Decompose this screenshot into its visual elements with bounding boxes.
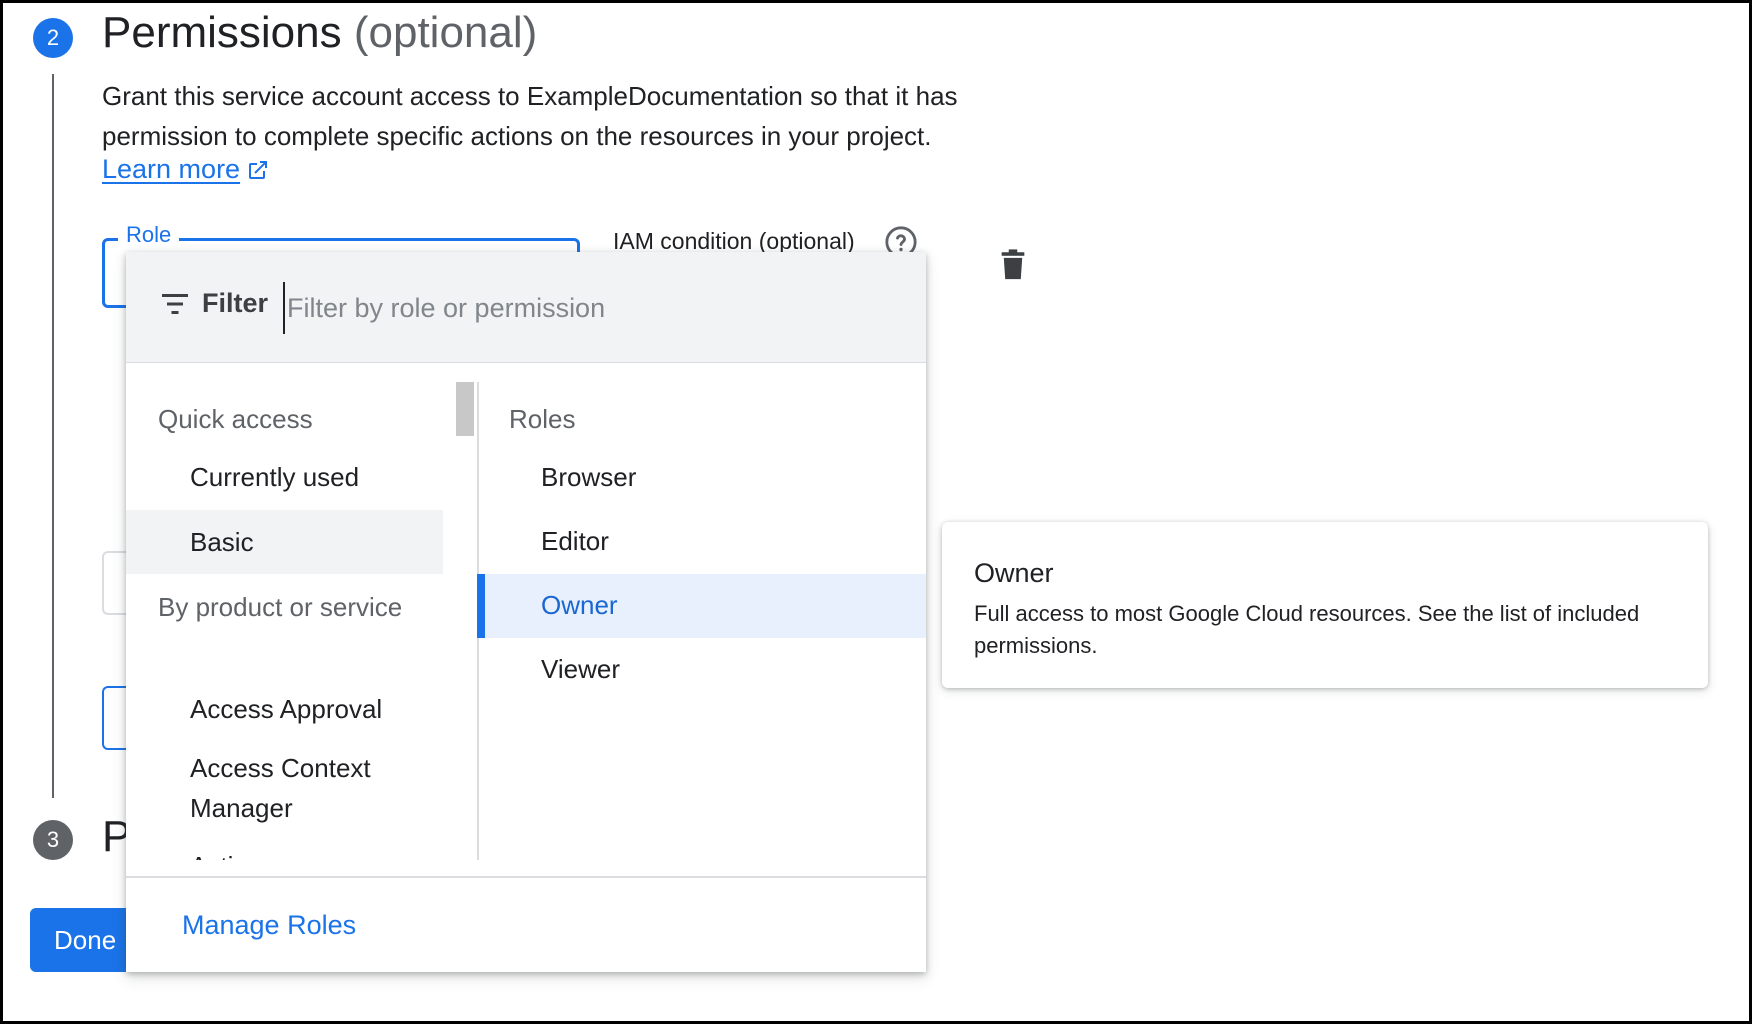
role-owner[interactable]: Owner <box>541 585 618 625</box>
stepper-line <box>52 74 54 798</box>
scrollbar-thumb[interactable] <box>456 382 474 436</box>
filter-label: Filter <box>202 288 269 318</box>
title-main: Permissions <box>102 8 342 57</box>
role-description-card: Owner Full access to most Google Cloud r… <box>942 522 1708 688</box>
category-basic[interactable]: Basic <box>190 522 254 562</box>
roles-heading: Roles <box>509 404 576 434</box>
category-access-context-manager[interactable]: Access Context Manager <box>190 748 430 828</box>
manage-roles-link[interactable]: Manage Roles <box>182 910 356 941</box>
category-access-approval[interactable]: Access Approval <box>190 689 382 729</box>
selected-role-indicator <box>477 574 485 638</box>
page-title: Permissions (optional) <box>102 8 537 58</box>
filter-bar: Filter <box>126 252 926 363</box>
basic-hover-bg <box>126 510 443 574</box>
external-link-icon <box>246 158 270 189</box>
category-list: Quick access Currently used Basic By pro… <box>126 382 443 860</box>
footer-divider <box>126 876 926 878</box>
filter-input[interactable] <box>283 282 889 334</box>
by-product-heading: By product or service <box>158 592 403 622</box>
step-description: Grant this service account access to Exa… <box>102 81 958 151</box>
role-browser[interactable]: Browser <box>541 457 636 497</box>
role-label: Role <box>118 222 180 248</box>
category-currently-used[interactable]: Currently used <box>190 457 359 497</box>
quick-access-heading: Quick access <box>158 404 313 434</box>
step-2-indicator: 2 <box>33 18 73 58</box>
delete-icon[interactable] <box>998 248 1028 287</box>
category-scrollbar[interactable] <box>455 382 475 860</box>
card-title: Owner <box>974 558 1054 588</box>
iam-condition-label: IAM condition (optional) <box>613 228 855 254</box>
step-3-indicator: 3 <box>33 820 73 860</box>
learn-more-link[interactable]: Learn more <box>102 154 270 189</box>
filter-icon <box>160 292 190 321</box>
category-actions[interactable]: Actions <box>190 846 275 860</box>
role-dropdown-panel: Filter Quick access Currently used Basic… <box>126 252 926 972</box>
done-button[interactable]: Done <box>30 908 140 972</box>
title-optional: (optional) <box>353 8 538 57</box>
role-editor[interactable]: Editor <box>541 521 609 561</box>
card-description: Full access to most Google Cloud resourc… <box>974 601 1640 658</box>
role-viewer[interactable]: Viewer <box>541 649 620 689</box>
learn-more-label: Learn more <box>102 154 241 184</box>
